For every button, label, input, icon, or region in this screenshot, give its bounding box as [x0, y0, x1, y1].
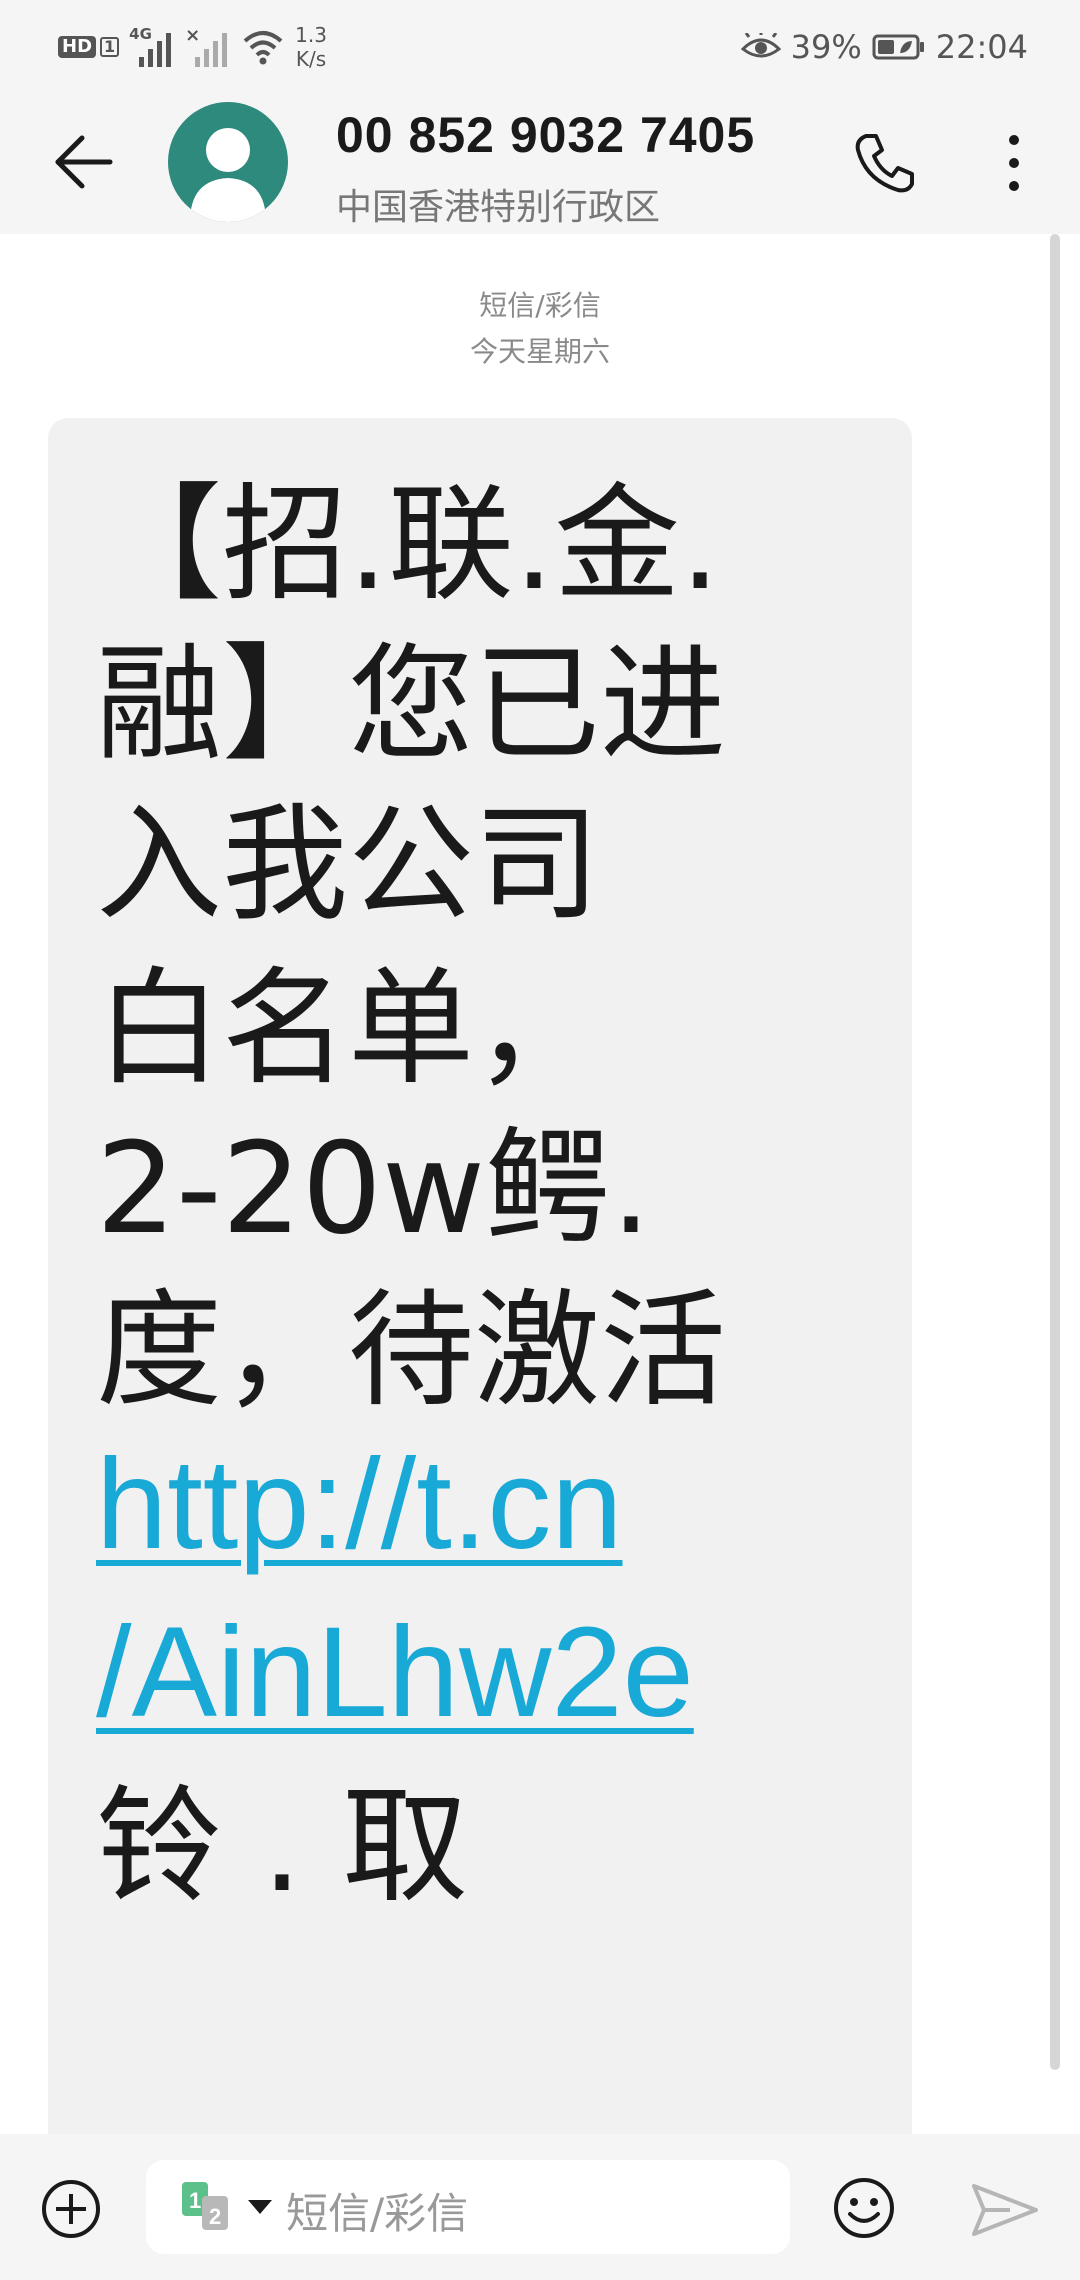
sim-2-number: 2 [209, 2204, 221, 2229]
emoji-icon[interactable] [832, 2176, 896, 2240]
status-bar: HD 1 4G × 1.3 K/s 39% 22:04 [0, 0, 1080, 90]
eye-comfort-icon [740, 33, 781, 58]
network-speed-value: 1.3 [295, 23, 327, 47]
message-type-label: 短信/彩信 [479, 289, 601, 322]
add-attachment-icon[interactable] [40, 2178, 102, 2240]
status-right: 39% 22:04 [740, 22, 1028, 72]
sim-1-number: 1 [189, 2188, 201, 2213]
contact-phone-number[interactable]: 00 852 9032 7405 [336, 106, 755, 164]
message-bubble[interactable]: 【招.联.金. 融】您已进 入我公司 白名单， 2-20w鳄. 度，待激活 ht… [48, 418, 912, 2134]
chevron-down-icon[interactable] [248, 2200, 272, 2214]
send-icon[interactable] [970, 2180, 1040, 2240]
message-line: 入我公司 [96, 791, 600, 938]
conversation-area[interactable]: 短信/彩信 今天星期六 【招.联.金. 融】您已进 入我公司 白名单， 2-20… [0, 234, 1080, 2134]
message-line: 【招.联.金. [96, 471, 721, 618]
scrollbar[interactable] [1050, 234, 1060, 2070]
hd-sim-badge: 1 [100, 37, 120, 57]
message-line: 2-20w鳄. [96, 1115, 652, 1262]
clock-time: 22:04 [935, 28, 1028, 66]
message-line: 白名单， [96, 955, 600, 1102]
person-silhouette-icon [190, 128, 266, 222]
network-speed: 1.3 K/s [295, 23, 327, 71]
message-input[interactable]: 1 2 短信/彩信 [146, 2160, 790, 2254]
message-link-line[interactable]: http://t.cn [96, 1430, 623, 1580]
sim-select-icon[interactable]: 1 2 [180, 2182, 236, 2232]
date-separator: 今天星期六 [469, 335, 610, 368]
message-input-placeholder: 短信/彩信 [286, 2189, 469, 2238]
battery-icon [872, 34, 924, 60]
status-left: HD 1 4G × 1.3 K/s [58, 22, 327, 72]
contact-region: 中国香港特别行政区 [336, 187, 661, 228]
message-link-line[interactable]: /AinLhw2e [96, 1598, 694, 1748]
message-line: 铃 . 取 [96, 1773, 469, 1920]
more-options-icon[interactable] [996, 130, 1032, 196]
conversation-header: 00 852 9032 7405 中国香港特别行政区 [0, 90, 1080, 234]
network-speed-unit: K/s [295, 47, 327, 71]
hd-voice-badge: HD [58, 36, 97, 58]
back-arrow-icon[interactable] [52, 130, 116, 194]
message-line: 度，待激活 [96, 1277, 726, 1424]
wifi-icon [243, 31, 283, 65]
phone-call-icon[interactable] [852, 130, 918, 196]
battery-percent: 39% [790, 28, 862, 66]
compose-bar: 1 2 短信/彩信 [0, 2134, 1080, 2280]
signal-sim2-icon: × [185, 25, 231, 67]
message-line: 融】您已进 [96, 631, 726, 778]
signal-4g-icon: 4G [129, 25, 175, 67]
contact-avatar[interactable] [168, 102, 288, 222]
